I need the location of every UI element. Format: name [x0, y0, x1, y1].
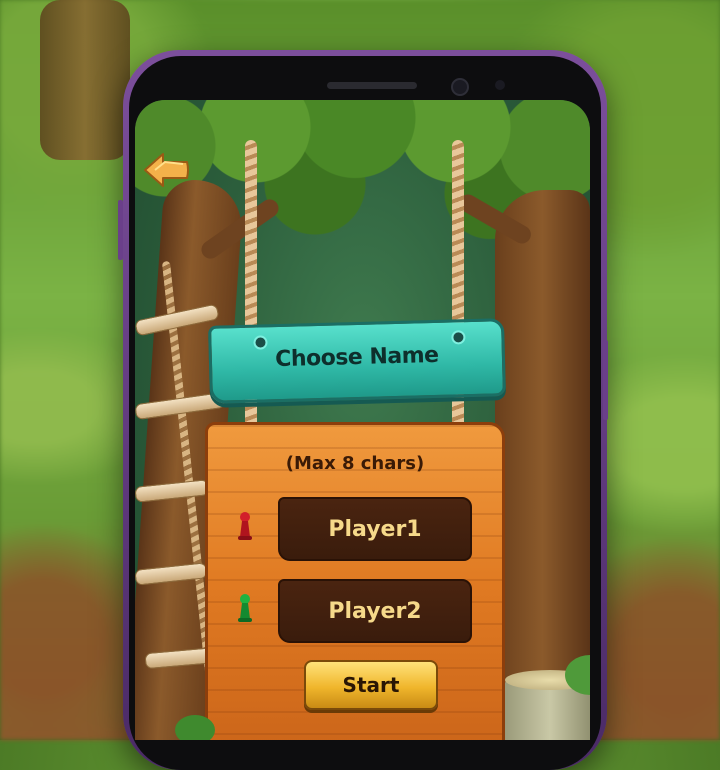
background-tree-trunk	[40, 0, 130, 160]
hanging-rope-right	[452, 140, 464, 340]
player1-name-value: Player1	[328, 516, 422, 542]
green-pawn-icon	[238, 594, 252, 622]
title-sign: Choose Name	[208, 318, 506, 404]
phone-power-button	[603, 340, 608, 420]
max-chars-hint: (Max 8 chars)	[285, 453, 425, 474]
game-screen: Choose Name (Max 8 chars) Player1 Player…	[135, 100, 590, 740]
player2-name-input[interactable]: Player2	[278, 579, 472, 643]
back-button[interactable]	[143, 150, 191, 190]
hanging-rope-left	[245, 140, 257, 340]
red-pawn-icon	[238, 512, 252, 540]
player1-name-input[interactable]: Player1	[278, 497, 472, 561]
bush	[175, 715, 215, 740]
phone-volume-button	[118, 200, 123, 260]
front-camera	[451, 78, 469, 96]
player2-name-value: Player2	[328, 598, 422, 624]
start-label: Start	[342, 673, 400, 697]
start-button[interactable]: Start	[304, 660, 438, 710]
earpiece-speaker	[327, 82, 417, 89]
proximity-sensor	[495, 80, 505, 90]
name-entry-board: (Max 8 chars) Player1 Player2 Start	[205, 422, 505, 740]
back-arrow-icon	[144, 153, 189, 187]
